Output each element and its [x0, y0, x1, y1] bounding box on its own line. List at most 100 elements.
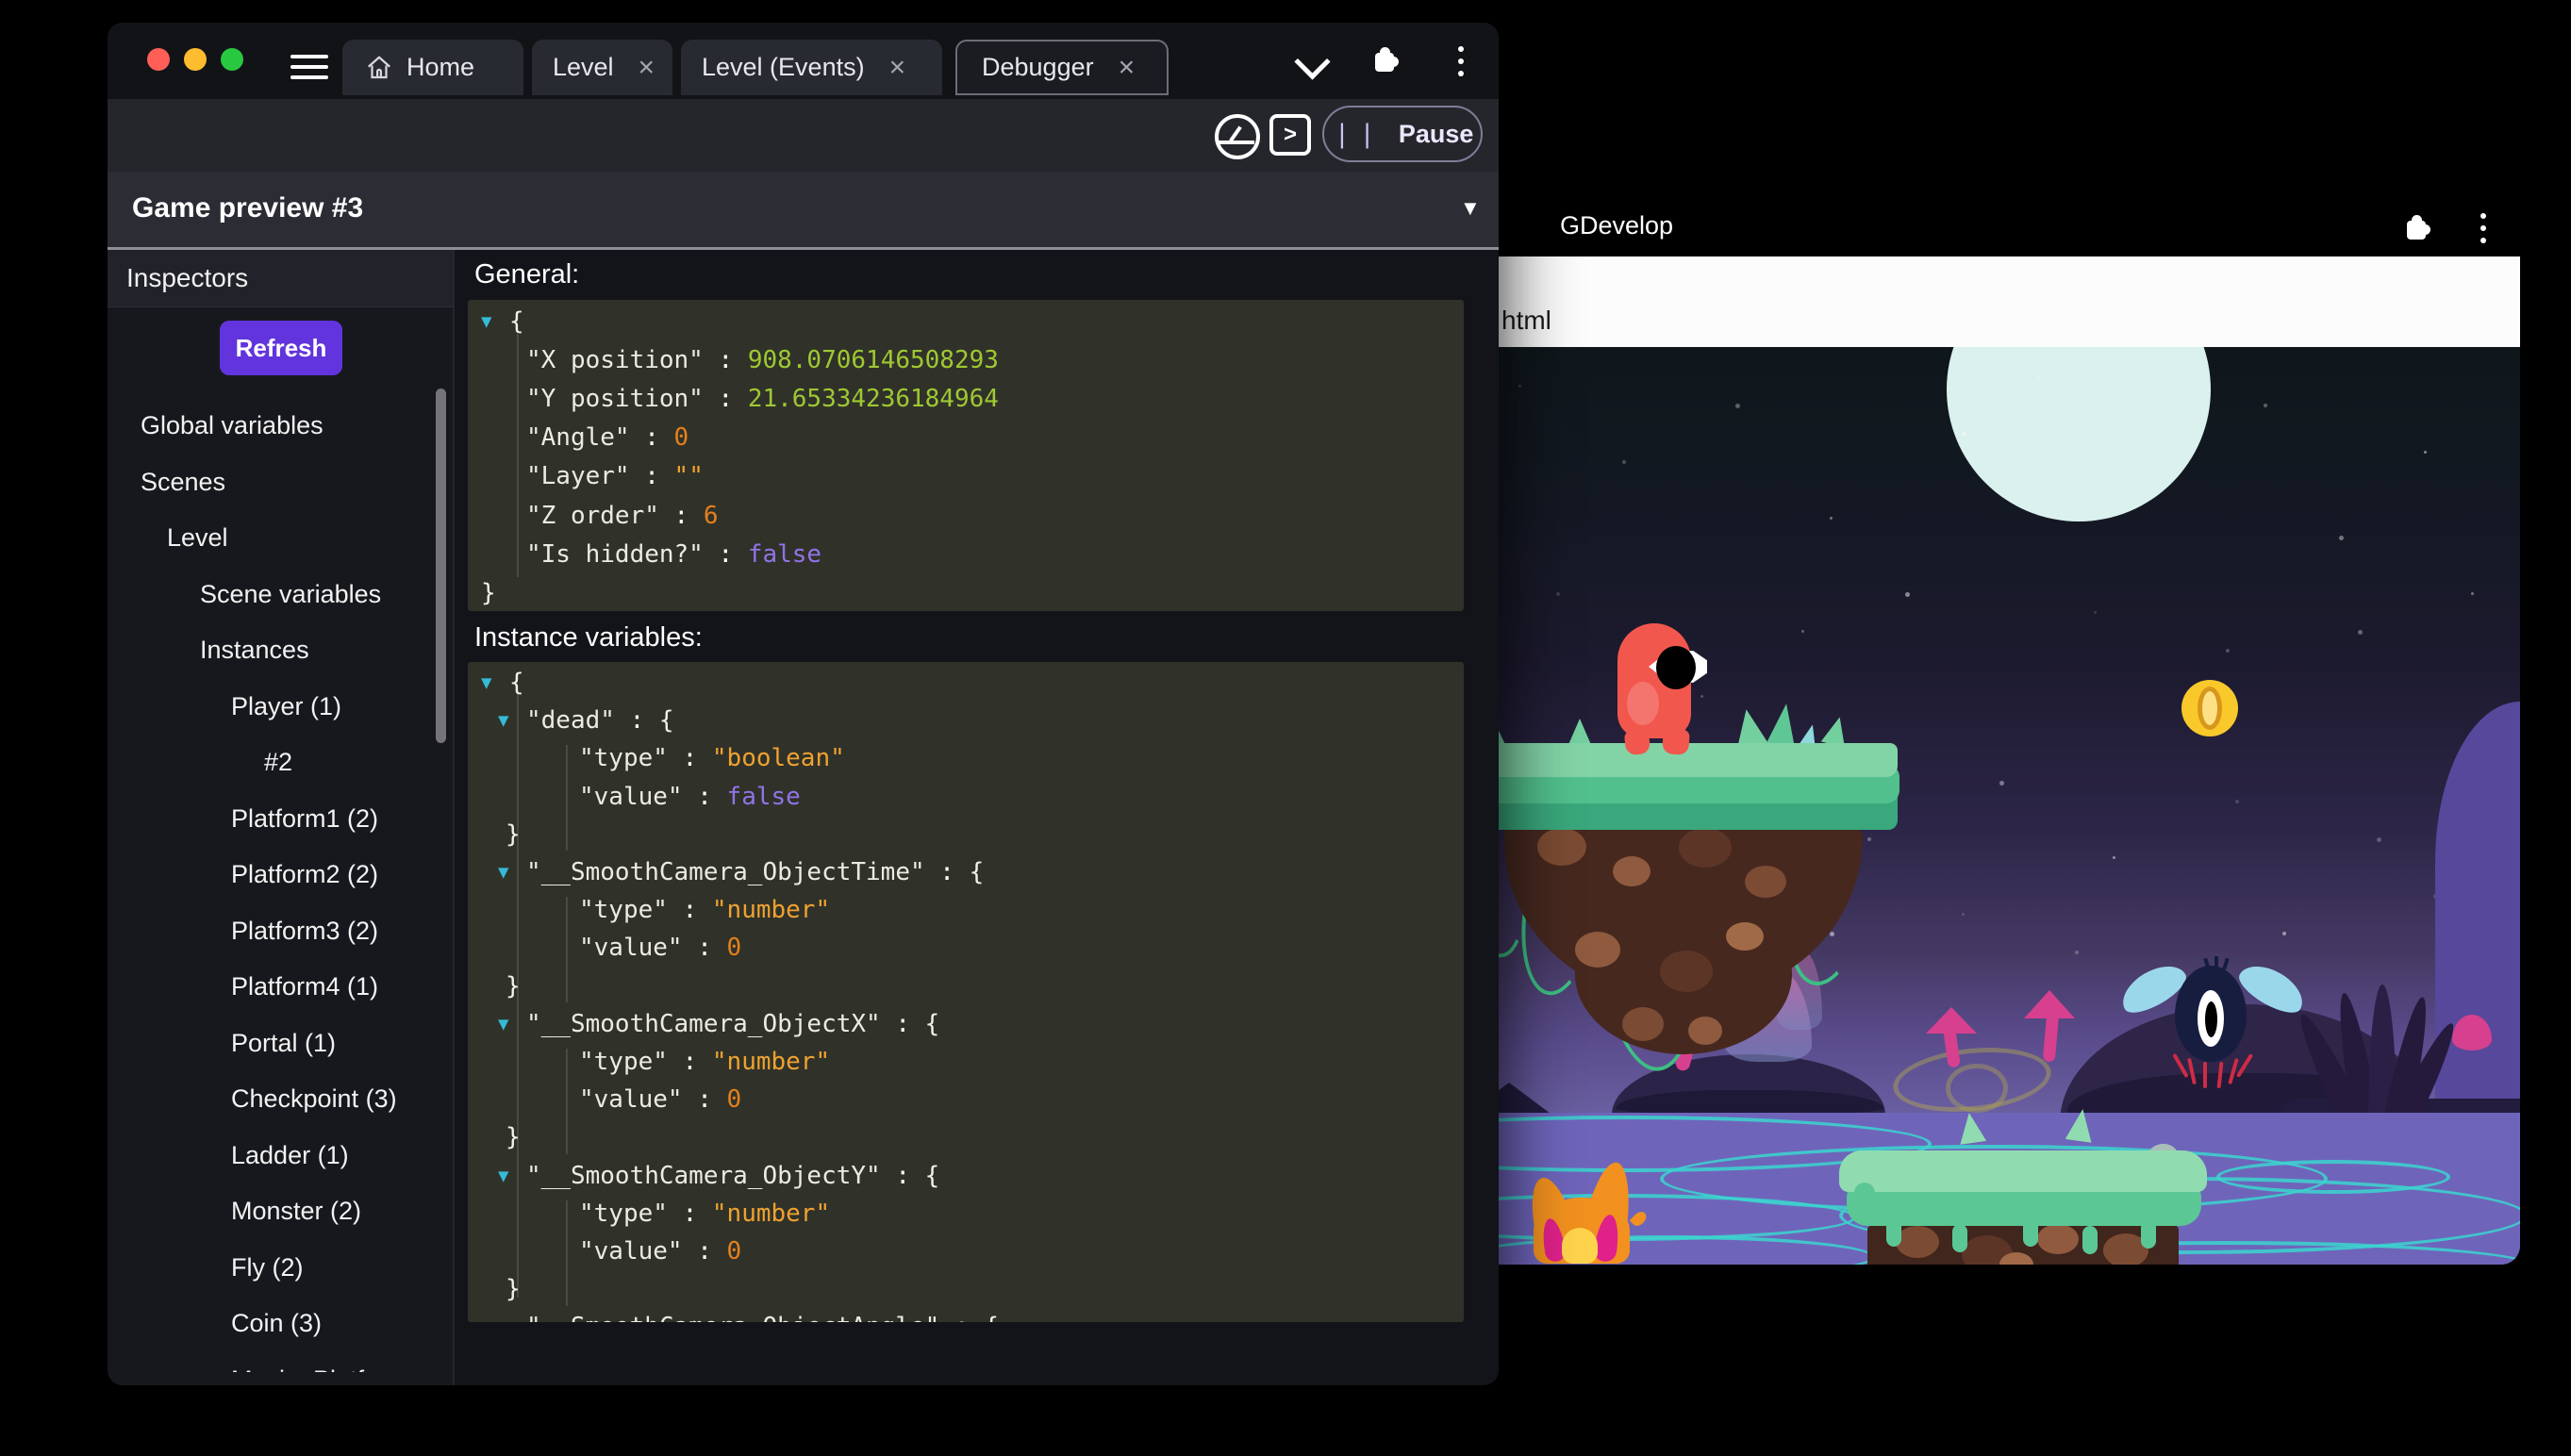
expander-icon[interactable]: ▼: [481, 672, 509, 693]
minimize-window-button[interactable]: [184, 48, 207, 71]
general-heading: General:: [474, 259, 580, 290]
profiler-gauge-icon[interactable]: [1215, 114, 1260, 159]
island-2: [1830, 1107, 2226, 1265]
tab-label: Level (Events): [702, 53, 865, 81]
pause-icon: ❘❘: [1331, 119, 1382, 148]
expander-icon[interactable]: ▼: [498, 1166, 526, 1186]
close-tab-icon[interactable]: ×: [639, 53, 655, 82]
tab-level-events[interactable]: Level (Events) ×: [681, 40, 942, 95]
game-window-titlebar[interactable]: GDevelop: [1434, 194, 2520, 256]
inspectors-sidebar: Inspectors Refresh Global variables Scene…: [108, 250, 455, 1385]
sidebar-item[interactable]: Global variables: [108, 398, 453, 455]
json-row: "type" : "number": [579, 896, 831, 925]
sidebar-item[interactable]: Platform2 (2): [108, 847, 453, 903]
water-line: [2216, 1160, 2450, 1194]
sidebar-item[interactable]: Coin (3): [108, 1296, 453, 1352]
instance-variables-heading: Instance variables:: [474, 622, 703, 653]
sidebar-item[interactable]: Player (1): [108, 679, 453, 736]
sidebar-item[interactable]: Checkpoint (3): [108, 1071, 453, 1128]
sidebar-item[interactable]: Platform1 (2): [108, 791, 453, 848]
expander-icon[interactable]: ▼: [481, 311, 509, 332]
json-row: "type" : "number": [579, 1199, 831, 1228]
collapse-chevron-icon[interactable]: ▼: [1460, 196, 1481, 221]
json-row: }: [481, 578, 496, 607]
refresh-button[interactable]: Refresh: [220, 321, 342, 375]
preview-header[interactable]: Game preview #3 ▼: [108, 172, 1499, 247]
game-scene: [1434, 347, 2520, 1265]
sidebar-item[interactable]: MovingPlatform: [108, 1352, 453, 1372]
console-icon[interactable]: >: [1269, 114, 1311, 156]
sidebar-item[interactable]: #2: [108, 735, 453, 791]
sidebar-item[interactable]: Ladder (1): [108, 1128, 453, 1184]
close-tab-icon[interactable]: ×: [889, 53, 906, 82]
json-row: ▼"__SmoothCamera_ObjectAngle" : {: [481, 1308, 1464, 1322]
json-row: }: [506, 1123, 521, 1152]
inspectors-title: Inspectors: [126, 263, 249, 292]
json-row: "type" : "number": [579, 1047, 831, 1076]
campfire: [1522, 1158, 1656, 1265]
json-row: ▼{: [481, 669, 524, 698]
fly-monster: [2099, 951, 2326, 1089]
inspectors-header: Inspectors: [108, 250, 453, 307]
expander-icon[interactable]: ▼: [498, 710, 526, 731]
sidebar-item[interactable]: Platform4 (1): [108, 959, 453, 1016]
sidebar-item[interactable]: Level: [108, 510, 453, 567]
expander-icon[interactable]: ▼: [498, 1014, 526, 1034]
sidebar-item[interactable]: Monster (2): [108, 1183, 453, 1240]
json-row: ▼ "__SmoothCamera_ObjectX" : {: [498, 1009, 940, 1038]
game-preview-window: GDevelop html: [1434, 194, 2520, 1265]
home-icon: [368, 55, 390, 78]
left-mound-base: [1616, 1090, 1883, 1115]
json-row: }: [506, 819, 521, 849]
json-row: ▼ "dead" : {: [498, 706, 674, 736]
sidebar-scrollbar[interactable]: [436, 389, 446, 743]
close-window-button[interactable]: [147, 48, 170, 71]
close-tab-icon[interactable]: ×: [1119, 53, 1136, 82]
json-row: "X position" : 908.0706146508293: [526, 345, 999, 374]
extensions-icon[interactable]: [2403, 215, 2430, 240]
window-titlebar[interactable]: Home Level × Level (Events) × Debugger ×: [108, 23, 1499, 99]
tab-label: Home: [406, 53, 475, 81]
kebab-menu-icon[interactable]: [2480, 213, 2486, 243]
inspector-main-panel: General: ▼{"X position" : 908.0706146508…: [455, 250, 1499, 1385]
sidebar-item[interactable]: Platform3 (2): [108, 903, 453, 960]
hamburger-menu-icon[interactable]: [290, 55, 328, 81]
zoom-window-button[interactable]: [221, 48, 243, 71]
address-bar[interactable]: html: [1434, 256, 2520, 348]
address-text: html: [1501, 306, 1551, 335]
island-1: [1434, 702, 1924, 1092]
tab-list-chevron-icon[interactable]: [1294, 43, 1331, 80]
json-row: "Y position" : 21.65334236184964: [526, 384, 999, 413]
coin: [2181, 680, 2238, 736]
json-row: ▼{: [481, 306, 524, 336]
tab-level[interactable]: Level ×: [532, 40, 672, 95]
agave-plant: [2290, 981, 2463, 1122]
general-json-panel: ▼{"X position" : 908.0706146508293 "Y pos…: [468, 300, 1464, 611]
json-row: "Is hidden?" : false: [526, 539, 822, 569]
sidebar-item[interactable]: Fly (2): [108, 1240, 453, 1297]
tab-home[interactable]: Home: [342, 40, 523, 95]
json-row: "Angle" : 0: [526, 423, 689, 453]
json-row: "value" : 0: [579, 1236, 742, 1266]
json-row: "type" : "boolean": [579, 744, 845, 773]
expander-icon[interactable]: ▼: [498, 1316, 526, 1322]
sidebar-item[interactable]: Scenes: [108, 455, 453, 511]
pause-button[interactable]: ❘❘ Pause: [1322, 106, 1483, 162]
json-row: }: [506, 971, 521, 1001]
tab-debugger[interactable]: Debugger ×: [955, 40, 1169, 95]
debugger-window: Home Level × Level (Events) × Debugger ×: [108, 23, 1499, 1385]
sidebar-item[interactable]: Portal (1): [108, 1016, 453, 1072]
sidebar-item[interactable]: Scene variables: [108, 567, 453, 623]
screen: GDevelop html Home Level × Level (Events…: [0, 0, 2571, 1456]
game-window-title: GDevelop: [1560, 211, 1674, 240]
expander-icon[interactable]: ▼: [498, 862, 526, 883]
json-row: }: [506, 1275, 521, 1304]
json-row: ▼ "__SmoothCamera_ObjectY" : {: [498, 1161, 940, 1190]
extensions-icon[interactable]: [1371, 47, 1399, 72]
tab-label: Level: [553, 53, 614, 81]
kebab-menu-icon[interactable]: [1458, 46, 1464, 76]
sidebar-item[interactable]: Instances: [108, 622, 453, 679]
json-row: ▼ "__SmoothCamera_ObjectTime" : {: [498, 858, 985, 887]
instance-json-panel: ▼{ ▼ "dead" : { "type" : "boolean" "value" :…: [468, 662, 1464, 1322]
tab-label: Debugger: [982, 53, 1094, 81]
